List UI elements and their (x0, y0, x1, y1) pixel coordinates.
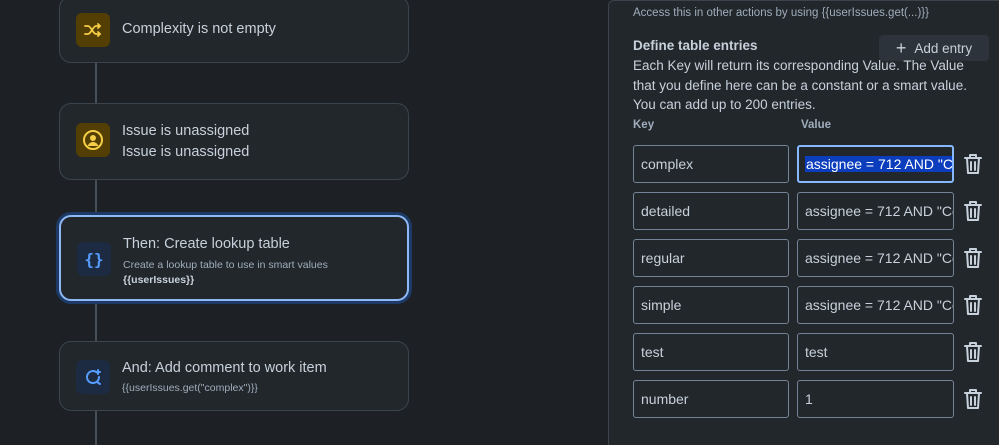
key-input[interactable]: number (633, 380, 789, 418)
column-header-value: Value (801, 119, 832, 131)
action-card-add-comment[interactable]: And: Add comment to work item {{userIssu… (59, 341, 409, 411)
value-input[interactable]: assignee = 712 AND "Co (797, 286, 954, 324)
trash-icon[interactable] (961, 339, 985, 365)
value-input[interactable]: test (797, 333, 954, 371)
key-input[interactable]: detailed (633, 192, 789, 230)
card-subtitle: Issue is unassigned (122, 144, 250, 160)
add-entry-label: Add entry (914, 40, 973, 56)
plus-icon: + (895, 38, 907, 58)
trash-icon[interactable] (961, 151, 985, 177)
key-input[interactable]: complex (633, 145, 789, 183)
value-input[interactable]: assignee = 712 AND "Co (797, 192, 954, 230)
trash-icon[interactable] (961, 292, 985, 318)
section-title: Define table entries (633, 38, 758, 53)
trash-icon[interactable] (961, 386, 985, 412)
trash-icon[interactable] (961, 198, 985, 224)
lookup-table-config-panel: Access this in other actions by using {{… (608, 0, 999, 445)
smart-value-hint: Access this in other actions by using {{… (633, 7, 929, 19)
key-input[interactable]: test (633, 333, 789, 371)
card-title: Issue is unassigned (122, 123, 250, 139)
selected-text: assignee = 712 AND "Co (805, 156, 952, 172)
card-title: And: Add comment to work item (122, 360, 327, 376)
trash-icon[interactable] (961, 245, 985, 271)
condition-card-complexity[interactable]: Complexity is not empty (59, 0, 409, 63)
value-input[interactable]: 1 (797, 380, 954, 418)
card-description: Create a lookup table to use in smart va… (123, 259, 328, 271)
comment-icon (76, 360, 110, 394)
card-description: {{userIssues.get("complex")}} (122, 382, 258, 394)
condition-card-unassigned[interactable]: Issue is unassigned Issue is unassigned (59, 103, 409, 180)
flow-canvas: Complexity is not empty Issue is unassig… (0, 0, 600, 445)
key-input[interactable]: regular (633, 239, 789, 277)
user-circle-icon (76, 123, 110, 157)
branch-icon (76, 13, 110, 47)
card-title: Then: Create lookup table (123, 236, 290, 252)
column-header-key: Key (633, 119, 655, 131)
action-card-create-lookup-table[interactable]: {} Then: Create lookup table Create a lo… (59, 215, 409, 301)
key-input[interactable]: simple (633, 286, 789, 324)
section-description: Each Key will return its corresponding V… (633, 58, 967, 112)
card-title: Complexity is not empty (122, 21, 276, 37)
braces-icon: {} (77, 242, 111, 276)
value-input[interactable]: assignee = 712 AND "Co (797, 145, 954, 183)
card-smart-value: {{userIssues}} (123, 274, 195, 286)
value-input[interactable]: assignee = 712 AND "Co (797, 239, 954, 277)
